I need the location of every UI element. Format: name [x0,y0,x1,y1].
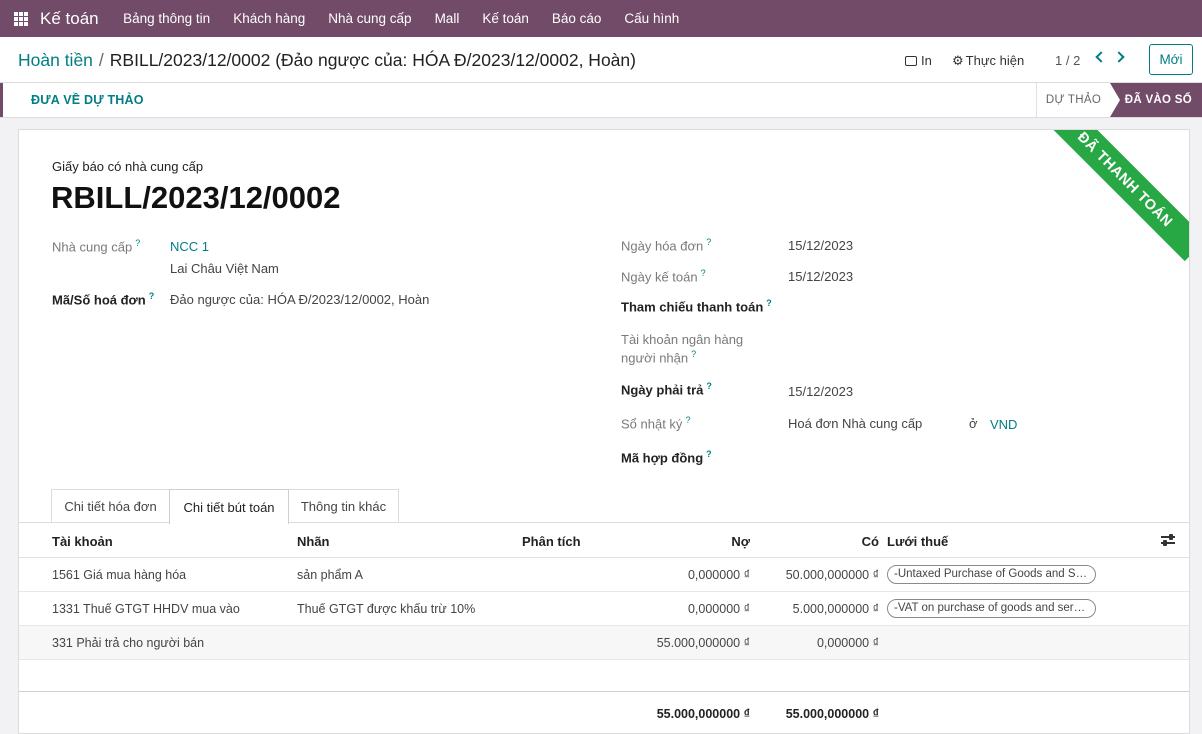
table-row[interactable]: 1561 Giá mua hàng hóa sản phẩm A 0,00000… [19,558,1189,592]
accounting-date-field[interactable]: 15/12/2023 [788,269,853,284]
gear-icon: ⚙ [952,53,964,68]
breadcrumb-current: RBILL/2023/12/0002 (Đảo ngược của: HÓA Đ… [109,50,636,70]
journal-items-table: Tài khoản Nhãn Phân tích Nợ Có Lưới thuế… [19,523,1189,733]
document-type: Giấy báo có nhà cung cấp [52,159,204,174]
menu-mall[interactable]: Mall [423,11,471,26]
cell-label: sản phẩm A [297,568,364,582]
cell-debit: 0,000000 ₫ [687,602,750,616]
bank-account-label-line1: Tài khoản ngân hàng [621,332,744,347]
print-button[interactable]: In [905,53,932,68]
action-label: Thực hiện [965,53,1025,68]
totals-row: 55.000,000000 ₫ 55.000,000000 ₫ [19,692,1189,733]
form-sheet: ĐÃ THANH TOÁN Giấy báo có nhà cung cấp R… [18,129,1190,734]
currency-in-label: ở [969,416,978,431]
menu-configuration[interactable]: Cấu hình [613,11,691,26]
pager-value[interactable]: 1 / 2 [1055,53,1080,68]
invoice-date-field[interactable]: 15/12/2023 [788,238,853,253]
column-credit[interactable]: Có [862,534,879,549]
cell-account: 331 Phải trả cho người bán [52,636,205,650]
top-navbar: Kế toán Bảng thông tin Khách hàng Nhà cu… [0,0,1202,37]
tax-grid-tag[interactable]: -Untaxed Purchase of Goods and Services [887,565,1096,584]
bank-account-label-line2: người nhận? [621,349,697,366]
help-icon[interactable]: ? [135,238,140,248]
help-icon[interactable]: ? [149,291,155,301]
menu-reports[interactable]: Báo cáo [540,11,613,26]
cell-account: 1561 Giá mua hàng hóa [52,568,187,582]
total-credit: 55.000,000000 ₫ [785,707,879,721]
stage-arrow [1110,83,1120,117]
payment-reference-label: Tham chiếu thanh toán? [621,298,772,315]
accounting-date-label: Ngày kế toán? [621,268,706,285]
control-panel: Hoàn tiền / RBILL/2023/12/0002 (Đảo ngược … [0,37,1202,83]
new-button[interactable]: Mới [1149,44,1193,75]
breadcrumb-separator: / [98,50,104,70]
chevron-right-icon [1113,51,1125,63]
menu-accounting[interactable]: Kế toán [471,11,541,26]
help-icon[interactable]: ? [706,237,711,247]
paid-ribbon: ĐÃ THANH TOÁN [1043,130,1189,262]
column-account[interactable]: Tài khoản [52,534,113,549]
currency-field[interactable]: VND [990,417,1017,432]
table-row[interactable]: 1331 Thuế GTGT HHDV mua vào Thuế GTGT đư… [19,592,1189,626]
column-label[interactable]: Nhãn [297,534,330,549]
table-row[interactable]: 331 Phải trả cho người bán 55.000,000000… [19,626,1189,660]
journal-field[interactable]: Hoá đơn Nhà cung cấp [788,416,922,431]
cell-debit: 55.000,000000 ₫ [656,636,750,650]
help-icon[interactable]: ? [766,298,772,308]
help-icon[interactable]: ? [701,268,706,278]
vendor-address: Lai Châu Việt Nam [170,261,279,276]
status-bar: ĐƯA VỀ DỰ THẢO DỰ THẢO ĐÃ VÀO SỔ [0,83,1202,118]
table-header: Tài khoản Nhãn Phân tích Nợ Có Lưới thuế [19,523,1189,558]
journal-label: Sổ nhật ký? [621,415,691,432]
contract-code-label: Mã hợp đồng? [621,449,712,466]
cell-label: Thuế GTGT được khấu trừ 10% [297,602,476,616]
cell-account: 1331 Thuế GTGT HHDV mua vào [52,602,240,616]
document-name: RBILL/2023/12/0002 [51,180,341,215]
bill-reference-field[interactable]: Đảo ngược của: HÓA Đ/2023/12/0002, Hoàn [170,292,429,307]
app-name[interactable]: Kế toán [40,9,99,29]
tab-other-info[interactable]: Thông tin khác [288,489,399,523]
tab-invoice-lines[interactable]: Chi tiết hóa đơn [51,489,170,523]
stage-draft[interactable]: DỰ THẢO [1036,83,1110,117]
pager-next-button[interactable] [1112,48,1130,68]
breadcrumb-parent[interactable]: Hoàn tiền [18,50,93,70]
optional-columns-icon[interactable] [1160,533,1176,547]
reset-to-draft-button[interactable]: ĐƯA VỀ DỰ THẢO [0,83,170,117]
cell-credit: 0,000000 ₫ [816,636,879,650]
vendor-field[interactable]: NCC 1 [170,239,209,254]
empty-row [19,660,1189,692]
help-icon[interactable]: ? [691,349,696,359]
cell-debit: 0,000000 ₫ [687,568,750,582]
print-label: In [921,53,932,68]
due-date-label: Ngày phải trả? [621,381,712,398]
invoice-date-label: Ngày hóa đơn? [621,237,712,254]
vendor-label: Nhà cung cấp? [52,238,141,255]
help-icon[interactable]: ? [706,449,712,459]
cell-credit: 5.000,000000 ₫ [792,602,879,616]
help-icon[interactable]: ? [706,381,712,391]
menu-customers[interactable]: Khách hàng [222,11,317,26]
column-analytic[interactable]: Phân tích [522,534,581,549]
column-tax-grid[interactable]: Lưới thuế [887,534,948,549]
cell-credit: 50.000,000000 ₫ [785,568,879,582]
stage-posted[interactable]: ĐÃ VÀO SỔ [1110,83,1202,117]
action-button[interactable]: ⚙ Thực hiện [952,53,1024,68]
apps-grid-icon[interactable] [14,11,28,26]
tab-journal-items[interactable]: Chi tiết bút toán [169,489,289,524]
column-debit[interactable]: Nợ [731,534,750,549]
help-icon[interactable]: ? [685,415,690,425]
chevron-left-icon [1095,51,1107,63]
pager-previous-button[interactable] [1091,48,1109,68]
due-date-field[interactable]: 15/12/2023 [788,384,853,399]
total-debit: 55.000,000000 ₫ [656,707,750,721]
bill-reference-label: Mã/Số hoá đơn? [52,291,155,308]
breadcrumb: Hoàn tiền / RBILL/2023/12/0002 (Đảo ngược … [18,50,636,71]
menu-vendors[interactable]: Nhà cung cấp [317,11,423,26]
menu-dashboard[interactable]: Bảng thông tin [112,11,222,26]
printer-icon [905,55,917,66]
tax-grid-tag[interactable]: -VAT on purchase of goods and services [887,599,1096,618]
